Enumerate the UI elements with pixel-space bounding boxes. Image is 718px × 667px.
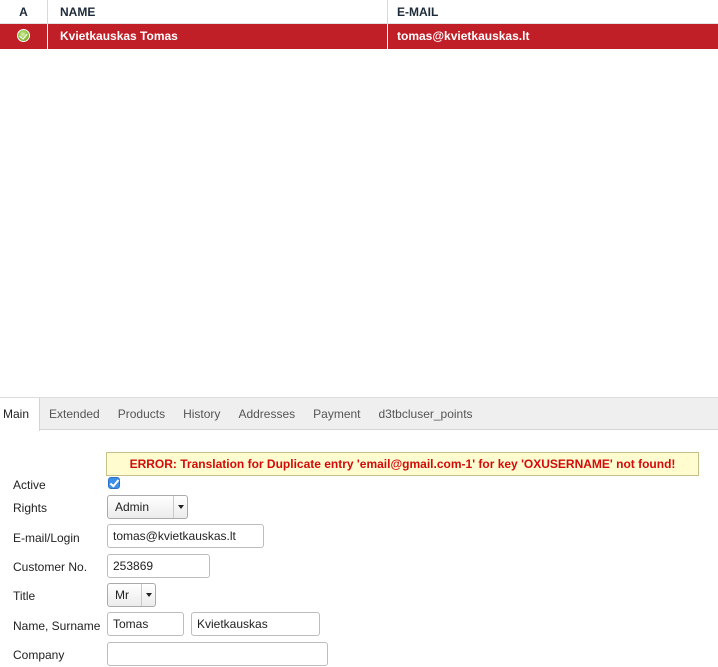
tab-extended[interactable]: Extended [40,398,109,430]
title-label: Title [13,589,36,603]
company-field[interactable] [107,642,328,666]
name-surname-label: Name, Surname [13,619,101,633]
tab-main[interactable]: Main [0,398,41,431]
tab-history[interactable]: History [174,398,229,430]
rights-label: Rights [13,501,48,515]
surname-field[interactable] [191,612,320,636]
email-label: E-mail/Login [13,531,80,545]
user-admin-page: A NAME E-MAIL Kvietkauskas Tomas tomas@k… [0,0,718,667]
email-field[interactable] [107,524,264,548]
tab-d3tbcluser-points[interactable]: d3tbcluser_points [370,398,482,430]
customer-no-label: Customer No. [13,560,88,574]
tab-addresses[interactable]: Addresses [229,398,304,430]
tab-bar: Main Extended Products History Addresses… [0,397,718,431]
active-checkbox[interactable] [108,477,120,489]
customer-no-field[interactable] [107,554,210,578]
row-name-cell[interactable]: Kvietkauskas Tomas [48,24,388,49]
title-select-value: Mr [115,588,129,602]
error-message: ERROR: Translation for Duplicate entry '… [106,452,699,476]
chevron-down-icon [141,584,155,606]
column-header-name[interactable]: NAME [48,0,388,24]
rights-select[interactable]: Admin [107,495,188,519]
tab-products[interactable]: Products [109,398,174,430]
table-row[interactable]: Kvietkauskas Tomas tomas@kvietkauskas.lt [0,24,718,49]
company-label: Company [13,648,65,662]
active-check-icon [17,29,30,43]
rights-select-value: Admin [115,500,150,514]
column-header-email[interactable]: E-MAIL [388,0,718,24]
list-header: A NAME E-MAIL [0,0,718,24]
row-email-cell[interactable]: tomas@kvietkauskas.lt [388,24,718,49]
title-select[interactable]: Mr [107,583,156,607]
tab-payment[interactable]: Payment [304,398,369,430]
active-label: Active [13,478,46,492]
column-header-active[interactable]: A [0,0,48,24]
first-name-field[interactable] [107,612,184,636]
chevron-down-icon [173,496,187,518]
row-active-cell [0,24,48,49]
